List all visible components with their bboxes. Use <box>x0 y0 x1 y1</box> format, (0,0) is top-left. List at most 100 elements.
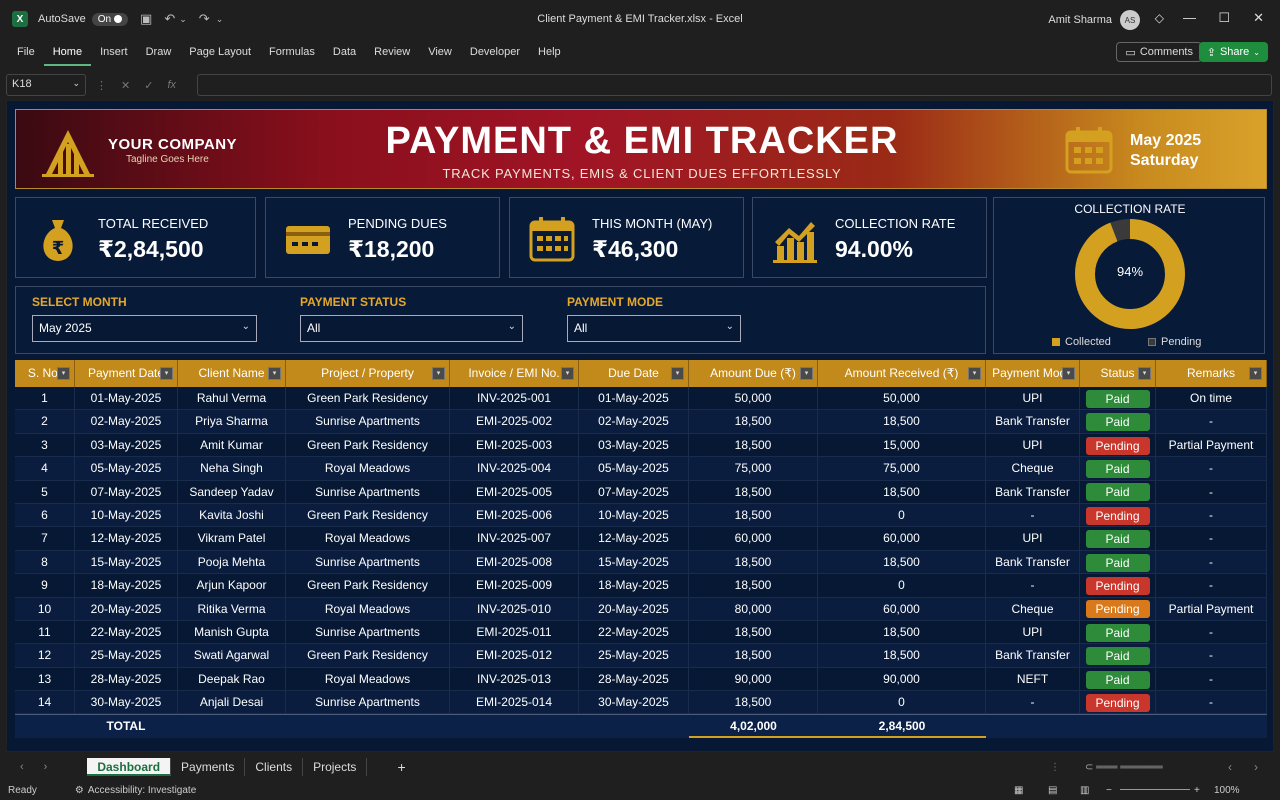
col-status-cell[interactable]: Pending <box>1080 574 1156 597</box>
col-payment-mode-cell[interactable]: NEFT <box>986 667 1080 691</box>
col-payment-date-cell[interactable]: 25-May-2025 <box>75 644 178 667</box>
zoom-level[interactable]: 100% <box>1214 785 1240 796</box>
col-client-name-cell[interactable]: Anjali Desai <box>178 691 286 714</box>
col-invoice-cell[interactable]: EMI-2025-006 <box>450 503 579 527</box>
col-client-name-cell[interactable]: Priya Sharma <box>178 410 286 433</box>
page-break-view-icon[interactable]: ▥ <box>1080 785 1089 796</box>
col-sno-cell[interactable]: 3 <box>15 433 75 457</box>
month-select[interactable]: May 2025 ⌄ <box>32 315 257 342</box>
col-project-cell[interactable]: Royal Meadows <box>286 597 450 620</box>
next-sheet-icon[interactable]: › <box>44 761 48 773</box>
tab-projects[interactable]: Projects <box>303 758 368 776</box>
mode-select[interactable]: All ⌄ <box>567 315 741 342</box>
col-due-date-cell[interactable]: 15-May-2025 <box>579 550 689 574</box>
col-due-date-cell[interactable]: 25-May-2025 <box>579 644 689 667</box>
col-invoice-cell[interactable]: INV-2025-013 <box>450 667 579 691</box>
share-button[interactable]: ⇪ Share ⌄ <box>1198 42 1268 62</box>
col-amount-received-cell[interactable]: 60,000 <box>818 597 986 620</box>
col-project-cell[interactable]: Sunrise Apartments <box>286 550 450 574</box>
worksheet[interactable]: YOUR COMPANY Tagline Goes Here PAYMENT &… <box>6 100 1274 752</box>
col-due-date-cell[interactable]: 02-May-2025 <box>579 410 689 433</box>
col-project-cell[interactable]: Sunrise Apartments <box>286 620 450 644</box>
tab-payments[interactable]: Payments <box>171 758 246 776</box>
col-client-name-cell[interactable]: Manish Gupta <box>178 620 286 644</box>
col-invoice-cell[interactable]: EMI-2025-012 <box>450 644 579 667</box>
autosave-toggle[interactable]: On <box>91 12 129 26</box>
table-row[interactable]: 2 02-May-2025 Priya Sharma Sunrise Apartmen… <box>15 410 1267 434</box>
col-amount-received-cell[interactable]: 18,500 <box>818 644 986 667</box>
cancel-icon[interactable]: ✕ <box>121 79 130 92</box>
col-payment-date-cell[interactable]: 28-May-2025 <box>75 667 178 691</box>
col-amount-due-cell[interactable]: 18,500 <box>689 620 818 644</box>
col-invoice-cell[interactable]: EMI-2025-009 <box>450 574 579 597</box>
undo-icon[interactable]: ↶ <box>164 11 175 27</box>
col-payment-mode-cell[interactable]: - <box>986 503 1080 527</box>
insert-function-button[interactable]: fx <box>167 79 176 92</box>
col-payment-mode-cell[interactable]: UPI <box>986 433 1080 457</box>
col-status-cell[interactable]: Paid <box>1080 457 1156 480</box>
scroll-right-icon[interactable]: › <box>1254 760 1258 774</box>
col-client-name-cell[interactable]: Pooja Mehta <box>178 550 286 574</box>
redo-icon[interactable]: ↷ <box>199 11 210 27</box>
col-payment-mode-cell[interactable]: Bank Transfer <box>986 480 1080 503</box>
table-row[interactable]: 11 22-May-2025 Manish Gupta Sunrise Apartme… <box>15 620 1267 645</box>
table-row[interactable]: 9 18-May-2025 Arjun Kapoor Green Park Resid… <box>15 574 1267 598</box>
col-payment-date-cell[interactable]: 03-May-2025 <box>75 433 178 457</box>
col-amount-received-cell[interactable]: 15,000 <box>818 433 986 457</box>
col-invoice-cell[interactable]: EMI-2025-008 <box>450 550 579 574</box>
col-client-name-cell[interactable]: Deepak Rao <box>178 667 286 691</box>
col-payment-date-cell[interactable]: 20-May-2025 <box>75 597 178 620</box>
col-project-cell[interactable]: Sunrise Apartments <box>286 691 450 714</box>
col-amount-due-cell[interactable]: 18,500 <box>689 480 818 503</box>
col-status-cell[interactable]: Paid <box>1080 644 1156 667</box>
col-payment-mode-cell[interactable]: Bank Transfer <box>986 644 1080 667</box>
menu-insert[interactable]: Insert <box>91 38 137 66</box>
col-amount-due-cell[interactable]: 18,500 <box>689 691 818 714</box>
col-remarks-cell[interactable]: - <box>1156 503 1267 527</box>
col-amount-received-cell[interactable]: 50,000 <box>818 387 986 410</box>
zoom-in-icon[interactable]: + <box>1194 785 1200 796</box>
menu-draw[interactable]: Draw <box>137 38 181 66</box>
col-sno-cell[interactable]: 9 <box>15 574 75 597</box>
col-project-cell[interactable]: Green Park Residency <box>286 574 450 597</box>
col-remarks-cell[interactable]: - <box>1156 691 1267 714</box>
premium-diamond-icon[interactable]: ◇ <box>1155 11 1164 25</box>
table-row[interactable]: 13 28-May-2025 Deepak Rao Royal Meadows INV-… <box>15 667 1267 692</box>
col-amount-due-cell[interactable]: 90,000 <box>689 667 818 691</box>
filter-dropdown-icon[interactable]: ▾ <box>160 367 173 380</box>
col-remarks-cell[interactable]: - <box>1156 620 1267 644</box>
col-sno-cell[interactable]: 13 <box>15 667 75 691</box>
col-due-date-cell[interactable]: 22-May-2025 <box>579 620 689 644</box>
col-payment-date-cell[interactable]: 15-May-2025 <box>75 550 178 574</box>
col-amount-due-cell[interactable]: 18,500 <box>689 503 818 527</box>
col-amount-received-cell[interactable]: 60,000 <box>818 527 986 550</box>
formula-input[interactable] <box>197 74 1272 96</box>
col-sno-cell[interactable]: 1 <box>15 387 75 410</box>
filter-dropdown-icon[interactable]: ▾ <box>800 367 813 380</box>
col-remarks-cell[interactable]: - <box>1156 457 1267 480</box>
col-due-date-cell[interactable]: 10-May-2025 <box>579 503 689 527</box>
scroll-bar-handle[interactable]: ⋮ <box>1050 762 1060 773</box>
menu-formulas[interactable]: Formulas <box>260 38 324 66</box>
col-amount-received-cell[interactable]: 18,500 <box>818 620 986 644</box>
col-client-name-cell[interactable]: Arjun Kapoor <box>178 574 286 597</box>
accessibility-status[interactable]: Accessibility: Investigate <box>88 785 196 796</box>
col-remarks-cell[interactable]: - <box>1156 550 1267 574</box>
normal-view-icon[interactable]: ▦ <box>1014 785 1023 796</box>
col-amount-due-cell[interactable]: 18,500 <box>689 410 818 433</box>
col-amount-received-cell[interactable]: 0 <box>818 503 986 527</box>
col-payment-mode-cell[interactable]: UPI <box>986 527 1080 550</box>
col-client-name-cell[interactable]: Vikram Patel <box>178 527 286 550</box>
add-sheet-icon[interactable]: + <box>397 759 405 775</box>
scroll-left-icon[interactable]: ‹ <box>1228 760 1232 774</box>
zoom-slider[interactable] <box>1120 789 1190 790</box>
table-row[interactable]: 5 07-May-2025 Sandeep Yadav Sunrise Apartme… <box>15 480 1267 504</box>
col-amount-due-cell[interactable]: 18,500 <box>689 644 818 667</box>
col-project-cell[interactable]: Royal Meadows <box>286 667 450 691</box>
col-project-cell[interactable]: Royal Meadows <box>286 527 450 550</box>
menu-data[interactable]: Data <box>324 38 365 66</box>
col-amount-due-cell[interactable]: 80,000 <box>689 597 818 620</box>
col-status-cell[interactable]: Pending <box>1080 433 1156 457</box>
customize-toolbar-icon[interactable]: ⌄ <box>216 14 224 25</box>
filter-dropdown-icon[interactable]: ▾ <box>1062 367 1075 380</box>
